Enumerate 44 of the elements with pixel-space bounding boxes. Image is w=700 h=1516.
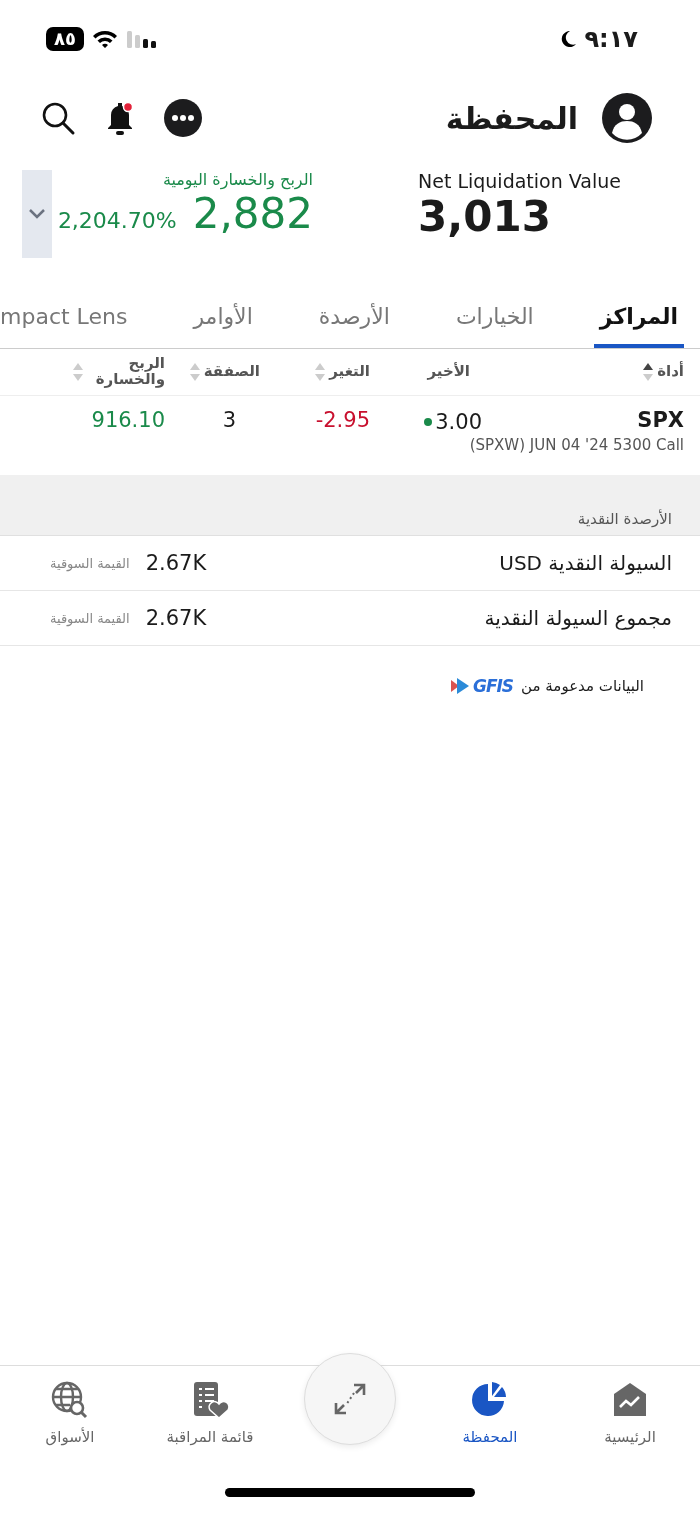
nav-tab[interactable]: قائمة المراقبة xyxy=(140,1366,280,1468)
nav-tab[interactable]: الرئيسية xyxy=(560,1366,700,1468)
balance-label: مجموع السيولة النقدية xyxy=(483,606,672,630)
column-header[interactable]: الصفقة xyxy=(203,364,260,380)
nav-tab[interactable]: الأسواق xyxy=(0,1366,140,1468)
sort-icon[interactable] xyxy=(642,361,655,383)
battery-level: ٨٥ xyxy=(46,27,84,51)
balance-note: القيمة السوقية xyxy=(50,610,130,626)
pnl-cell-text: 916.10 xyxy=(91,408,165,434)
daily-pnl-percent: 2,204.70% xyxy=(57,208,177,233)
balance-label: السيولة النقدية USD xyxy=(498,551,672,575)
balance-note: القيمة السوقية xyxy=(50,555,130,571)
contract-description: (SPXW) JUN 04 '24 5300 Call xyxy=(469,436,684,454)
more-icon[interactable] xyxy=(164,99,202,137)
tab[interactable]: mpact Lens xyxy=(0,288,134,348)
data-source-text: البيانات مدعومة من xyxy=(521,677,644,695)
nav-tab[interactable]: المحفظة xyxy=(420,1366,560,1468)
page-title: المحفظة xyxy=(445,100,578,136)
tab[interactable]: الخيارات xyxy=(449,288,540,348)
avatar-icon[interactable] xyxy=(602,93,652,143)
daily-pnl-value: 2,882 xyxy=(192,189,313,238)
search-icon[interactable] xyxy=(40,100,76,136)
column-header[interactable]: الأخير xyxy=(427,364,470,380)
globe-search-icon xyxy=(50,1380,90,1420)
status-time: ٩:١٧ xyxy=(584,25,638,53)
tab[interactable]: المراكز xyxy=(593,288,684,348)
symbol-cell: SPX xyxy=(637,408,684,432)
wifi-icon xyxy=(92,29,118,49)
play-arrow-icon xyxy=(450,678,471,694)
section-title: الأرصدة النقدية xyxy=(577,510,672,528)
column-header[interactable]: الربح والخسارة xyxy=(87,356,165,388)
column-header[interactable]: التغير xyxy=(329,364,370,380)
tab[interactable]: الأرصدة xyxy=(312,288,396,348)
chevron-down-icon xyxy=(28,208,46,220)
position-cell-text: 3 xyxy=(222,408,236,434)
last-price-cell: 3.00 xyxy=(435,410,482,434)
net-liquidation-label: Net Liquidation Value xyxy=(418,170,621,192)
change-cell-text: -2.95 xyxy=(315,408,370,434)
balance-value: 2.67K xyxy=(145,606,207,630)
tab[interactable]: الأوامر xyxy=(187,288,259,348)
daily-pnl-label: الربح والخسارة اليومية xyxy=(162,170,313,189)
provider-logo: GFIS xyxy=(472,676,514,696)
net-liquidation-value: 3,013 xyxy=(418,192,551,241)
balance-value: 2.67K xyxy=(145,551,207,575)
